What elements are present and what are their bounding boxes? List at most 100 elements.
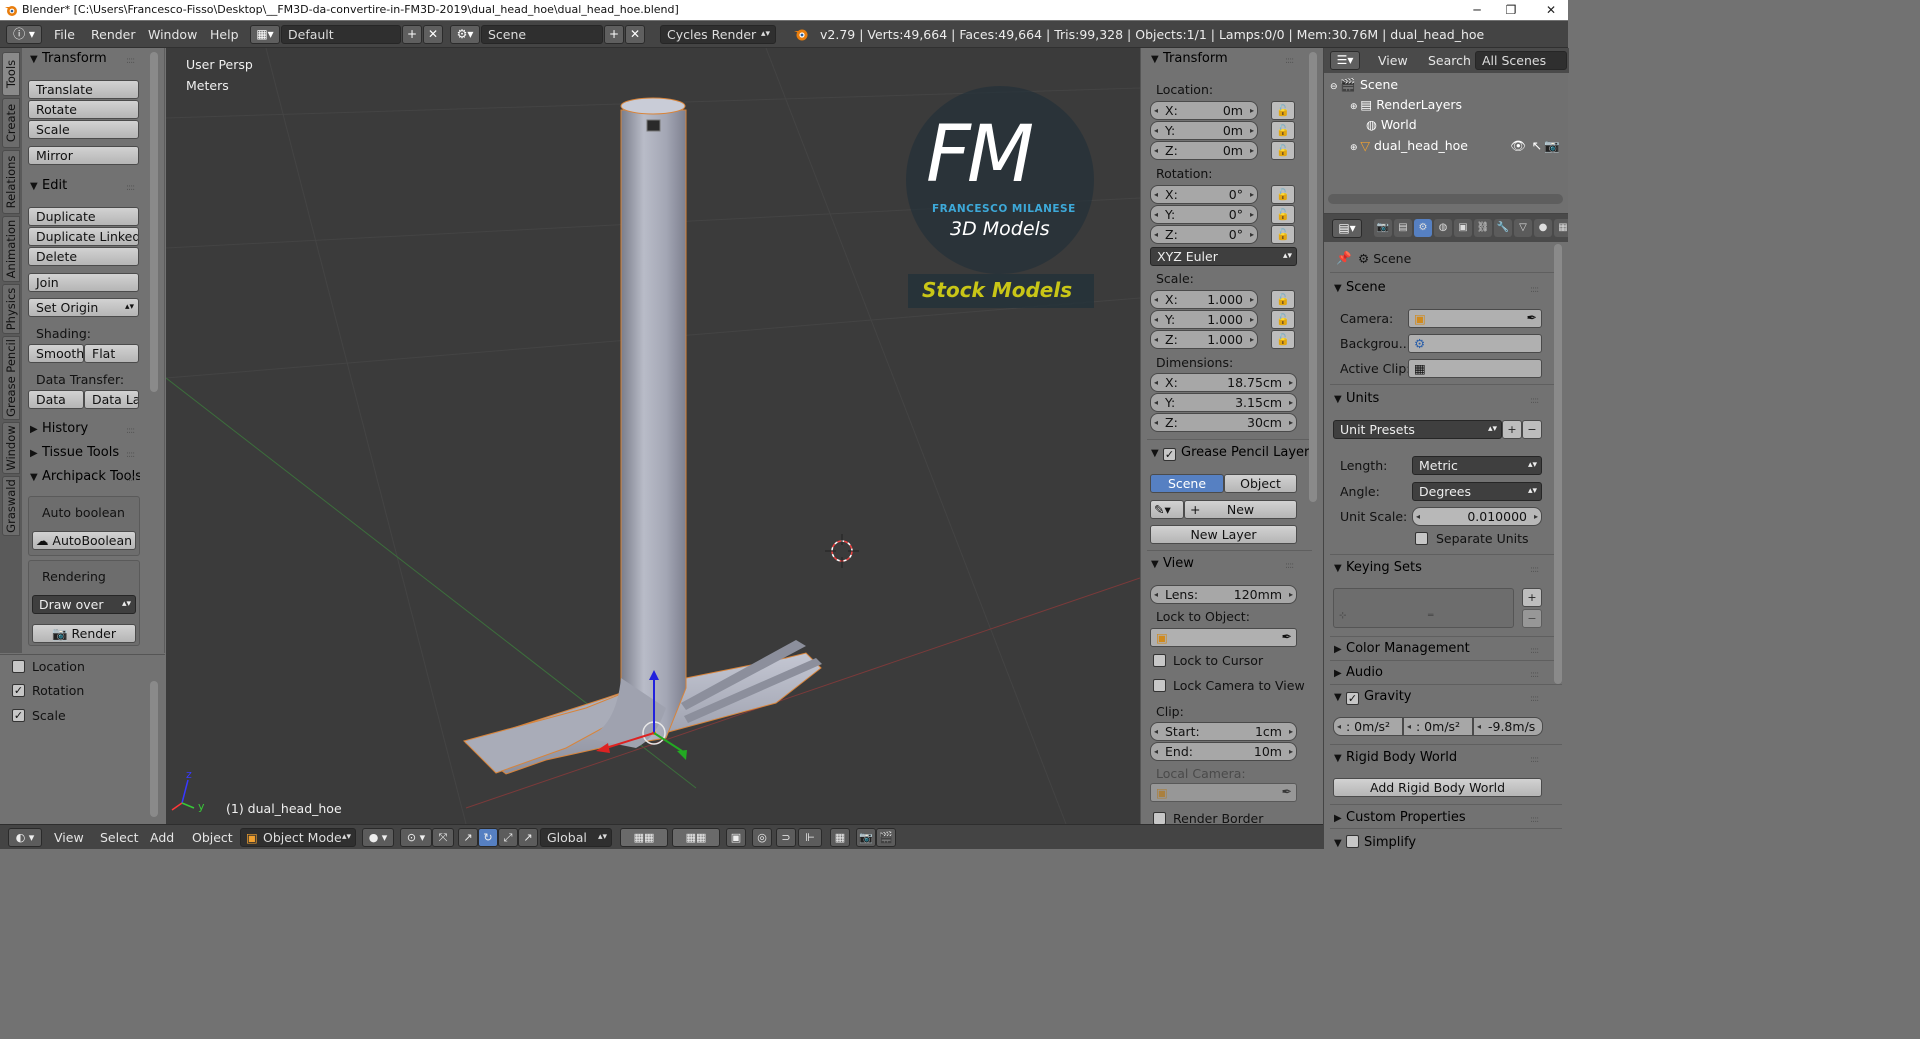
interaction-mode-select[interactable]: ▣ Object Mode ▴▾ <box>240 828 356 847</box>
lock-icon[interactable]: 🔓 <box>1271 330 1295 349</box>
screen-layout-field[interactable]: Default <box>281 25 401 44</box>
menu-help[interactable]: Help <box>210 27 239 42</box>
drag-grip-icon[interactable]: :::: <box>126 183 135 193</box>
drag-grip-icon[interactable]: :::: <box>126 426 135 436</box>
texture-tab-icon[interactable]: ▦ <box>1554 219 1568 237</box>
drag-grip-icon[interactable]: :::: <box>1530 396 1539 406</box>
display-mode-select[interactable]: All Scenes <box>1475 51 1567 70</box>
constraints-tab-icon[interactable]: ⛓ <box>1474 219 1492 237</box>
dimension-z-field[interactable]: ◂ Z: 30cm ▸ <box>1150 413 1297 432</box>
audio-header[interactable]: ▶ Audio <box>1334 665 1383 680</box>
dimension-x-field[interactable]: ◂ X: 18.75cm ▸ <box>1150 373 1297 392</box>
scene-selector-icon[interactable]: ⚙▾ <box>450 25 480 44</box>
clip-end-field[interactable]: ◂ End: 10m ▸ <box>1150 742 1297 761</box>
drag-grip-icon[interactable]: :::: <box>126 450 135 460</box>
units-section-header[interactable]: ▼ Units <box>1334 391 1379 406</box>
gravity-x-field[interactable]: ◂: 0m/s² <box>1333 717 1403 736</box>
join-button[interactable]: Join <box>28 273 139 292</box>
menu-view[interactable]: View <box>54 830 84 845</box>
location-checkbox[interactable] <box>12 660 25 673</box>
menu-file[interactable]: File <box>54 27 75 42</box>
history-panel-header[interactable]: ▶ History <box>30 421 88 436</box>
3d-viewport[interactable]: z y User Persp Meters (1) dual_head_hoe … <box>166 48 1140 824</box>
data-transfer-button[interactable]: Data <box>28 390 84 409</box>
length-dropdown[interactable]: Metric ▴▾ <box>1412 456 1542 475</box>
render-engine-select[interactable]: Cycles Render ▴▾ <box>660 25 776 44</box>
eyedropper-icon[interactable]: ✒ <box>1282 784 1292 799</box>
scale-y-field[interactable]: ◂ Y: 1.000 ▸ <box>1150 310 1258 329</box>
lens-field[interactable]: ◂ Lens: 120mm ▸ <box>1150 585 1297 604</box>
add-rigid-body-world-button[interactable]: Add Rigid Body World <box>1333 778 1542 797</box>
menu-object[interactable]: Object <box>192 830 233 845</box>
render-layers-tab-icon[interactable]: ▤ <box>1394 219 1412 237</box>
material-tab-icon[interactable]: ● <box>1534 219 1552 237</box>
properties-editor-icon[interactable]: ▤▾ <box>1332 219 1362 238</box>
lock-layers-icon[interactable]: ▣ <box>726 828 746 847</box>
render-button[interactable]: 📷 Render <box>32 624 136 643</box>
rotation-checkbox[interactable]: ✓ <box>12 684 25 697</box>
pin-icon[interactable]: 📌 <box>1336 250 1352 266</box>
minimize-button[interactable]: ─ <box>1460 0 1494 20</box>
tab-grease-pencil[interactable]: Grease Pencil <box>2 336 20 420</box>
menu-render[interactable]: Render <box>91 27 136 42</box>
scale-button[interactable]: Scale <box>28 120 139 139</box>
object-tab-icon[interactable]: ▣ <box>1454 219 1472 237</box>
drag-grip-icon[interactable]: :::: <box>1530 565 1539 575</box>
set-origin-dropdown[interactable]: Set Origin ▴▾ <box>28 298 139 317</box>
translate-button[interactable]: Translate <box>28 80 139 99</box>
add-keying-set-icon[interactable]: + <box>1522 588 1542 607</box>
rotate-button[interactable]: Rotate <box>28 100 139 119</box>
redo-scrollbar[interactable] <box>150 681 158 817</box>
tab-relations[interactable]: Relations <box>2 150 20 214</box>
unit-scale-field[interactable]: ◂ 0.010000 ▸ <box>1412 507 1542 526</box>
world-tab-icon[interactable]: ◍ <box>1434 219 1452 237</box>
duplicate-linked-button[interactable]: Duplicate Linked <box>28 227 139 246</box>
rotation-z-field[interactable]: ◂ Z: 0° ▸ <box>1150 225 1258 244</box>
scale-z-field[interactable]: ◂ Z: 1.000 ▸ <box>1150 330 1258 349</box>
gp-datablock-pencil-icon[interactable]: ✎▾ <box>1150 500 1184 519</box>
delete-button[interactable]: Delete <box>28 247 139 266</box>
snap-element-icon[interactable]: ⊩ <box>798 828 822 847</box>
simplify-checkbox[interactable] <box>1346 835 1359 848</box>
npanel-transform-header[interactable]: ▼ Transform <box>1151 51 1228 66</box>
color-management-header[interactable]: ▶ Color Management <box>1334 641 1470 656</box>
outliner-row-scene[interactable]: ⊖ 🎬 Scene <box>1330 75 1562 95</box>
opengl-render-icon[interactable]: 📷 <box>856 828 876 847</box>
outliner-search-menu[interactable]: Search <box>1428 53 1471 68</box>
expand-toggle-icon[interactable]: ⊕ <box>1350 143 1360 153</box>
outliner-view-menu[interactable]: View <box>1378 53 1408 68</box>
dimension-y-field[interactable]: ◂ Y: 3.15cm ▸ <box>1150 393 1297 412</box>
scene-layers-icon[interactable]: ▦▦ <box>672 828 720 847</box>
simplify-header[interactable]: ▼ Simplify <box>1334 833 1416 849</box>
gravity-z-field[interactable]: ◂ -9.8m/s <box>1473 717 1543 736</box>
duplicate-button[interactable]: Duplicate <box>28 207 139 226</box>
data-tab-icon[interactable]: ▽ <box>1514 219 1532 237</box>
opengl-animation-icon[interactable]: 🎬 <box>876 828 896 847</box>
scale-x-field[interactable]: ◂ X: 1.000 ▸ <box>1150 290 1258 309</box>
outliner-hscrollbar[interactable] <box>1328 194 1563 204</box>
gp-new-button[interactable]: + New <box>1184 500 1297 519</box>
location-x-field[interactable]: ◂ X: 0m ▸ <box>1150 101 1258 120</box>
grease-pencil-layer-header[interactable]: ▼ ✓ Grease Pencil Layer <box>1151 445 1309 461</box>
unit-presets-dropdown[interactable]: Unit Presets ▴▾ <box>1333 420 1502 439</box>
scene-section-header[interactable]: ▼ Scene <box>1334 280 1386 295</box>
drag-grip-icon[interactable]: :::: <box>1530 285 1539 295</box>
tab-window[interactable]: Window <box>2 422 20 474</box>
smooth-button[interactable]: Smooth <box>28 344 84 363</box>
tab-graswald[interactable]: Graswald <box>2 476 20 536</box>
npanel-view-header[interactable]: ▼ View <box>1151 556 1194 571</box>
clip-start-field[interactable]: ◂ Start: 1cm ▸ <box>1150 722 1297 741</box>
list-resize-grip-icon[interactable]: ═ <box>1428 611 1433 621</box>
background-set-field[interactable]: ⚙ <box>1408 334 1542 353</box>
gravity-y-field[interactable]: ◂: 0m/s² <box>1403 717 1473 736</box>
outliner-row-world[interactable]: ◍ World <box>1330 115 1562 135</box>
lock-icon[interactable]: 🔓 <box>1271 290 1295 309</box>
cursor-select-icon[interactable]: ↖ <box>1532 136 1542 156</box>
expand-toggle-icon[interactable]: ⊕ <box>1350 102 1360 112</box>
draw-over-dropdown[interactable]: Draw over ▴▾ <box>32 595 136 614</box>
close-window-button[interactable]: ✕ <box>1534 0 1568 20</box>
angle-dropdown[interactable]: Degrees ▴▾ <box>1412 482 1542 501</box>
render-border-checkbox[interactable] <box>1153 812 1166 824</box>
manipulator-extra-icon[interactable]: ↗ <box>518 828 538 847</box>
3d-cursor-icon[interactable] <box>825 534 859 568</box>
